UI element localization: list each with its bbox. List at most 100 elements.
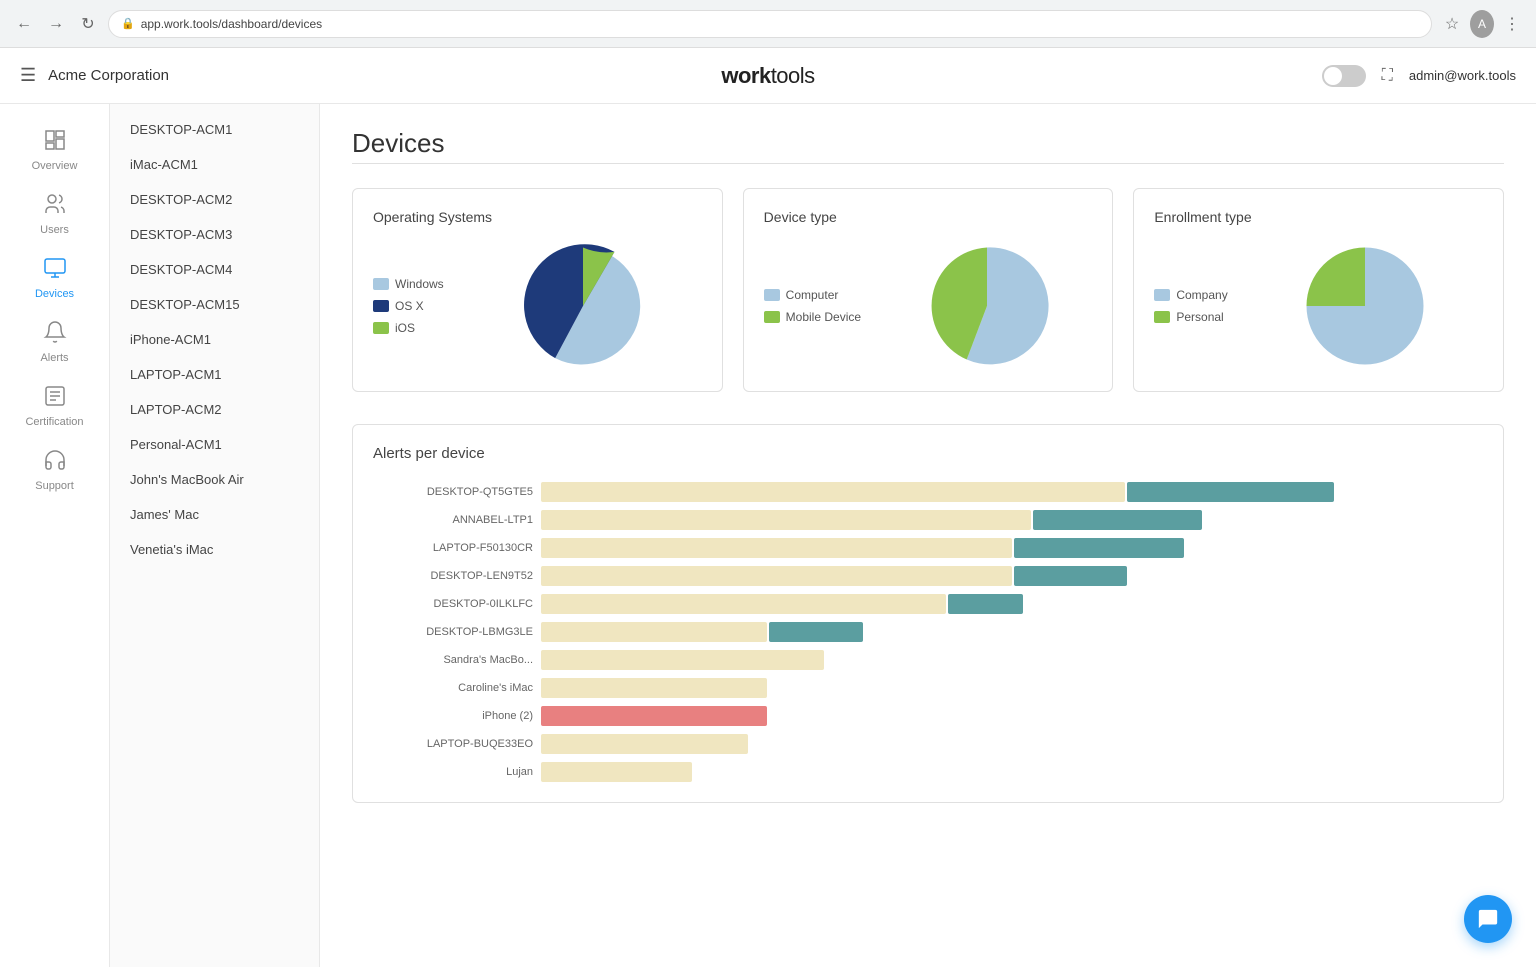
company-name: Acme Corporation xyxy=(48,67,169,84)
yellow-segment xyxy=(541,594,946,614)
device-type-title: Device type xyxy=(764,209,1093,225)
sidebar-item-certification[interactable]: Certification xyxy=(10,376,100,436)
sidebar-item-overview-label: Overview xyxy=(32,160,78,172)
logo-light: tools xyxy=(771,63,815,88)
teal-segment xyxy=(1014,566,1127,586)
bar-row: DESKTOP-QT5GTE5 xyxy=(373,482,1483,502)
bar-track xyxy=(541,650,1483,670)
bar-row: DESKTOP-0ILKLFC xyxy=(373,594,1483,614)
url-bar[interactable]: 🔒 app.work.tools/dashboard/devices xyxy=(108,10,1432,38)
yellow-segment xyxy=(541,538,1012,558)
bar-track xyxy=(541,482,1483,502)
device-list-sidebar: DESKTOP-ACM1 iMac-ACM1 DESKTOP-ACM2 DESK… xyxy=(110,104,320,967)
menu-toggle-button[interactable]: ☰ xyxy=(20,65,36,86)
forward-button[interactable]: → xyxy=(44,12,68,36)
device-list-item[interactable]: Personal-ACM1 xyxy=(110,427,319,462)
os-legend-windows: Windows xyxy=(373,277,444,291)
bar-label: LAPTOP-BUQE33EO xyxy=(373,738,533,750)
teal-segment xyxy=(1014,538,1184,558)
logo-bold: work xyxy=(721,63,770,88)
charts-row: Operating Systems Windows OS X xyxy=(352,188,1504,392)
enrollment-legend: Company Personal xyxy=(1154,288,1227,324)
bar-label: iPhone (2) xyxy=(373,710,533,722)
personal-label: Personal xyxy=(1176,310,1223,324)
os-legend-osx: OS X xyxy=(373,299,444,313)
bookmark-button[interactable]: ☆ xyxy=(1440,12,1464,36)
teal-segment xyxy=(948,594,1023,614)
bar-track xyxy=(541,538,1483,558)
sidebar-item-alerts[interactable]: Alerts xyxy=(10,312,100,372)
sidebar-item-overview[interactable]: Overview xyxy=(10,120,100,180)
profile-button[interactable]: A xyxy=(1470,12,1494,36)
bar-track xyxy=(541,678,1483,698)
device-list-item[interactable]: DESKTOP-ACM4 xyxy=(110,252,319,287)
bar-row: DESKTOP-LEN9T52 xyxy=(373,566,1483,586)
bar-label: ANNABEL-LTP1 xyxy=(373,514,533,526)
device-list-item[interactable]: LAPTOP-ACM1 xyxy=(110,357,319,392)
bar-track xyxy=(541,566,1483,586)
users-icon xyxy=(43,192,67,220)
device-list-item[interactable]: DESKTOP-ACM2 xyxy=(110,182,319,217)
sidebar-item-users[interactable]: Users xyxy=(10,184,100,244)
device-list-item[interactable]: LAPTOP-ACM2 xyxy=(110,392,319,427)
enrollment-pie xyxy=(1248,241,1483,371)
bar-track xyxy=(541,510,1483,530)
back-button[interactable]: ← xyxy=(12,12,36,36)
dt-legend-mobile: Mobile Device xyxy=(764,310,861,324)
support-icon xyxy=(43,448,67,476)
bar-chart-container: DESKTOP-QT5GTE5 ANNABEL-LTP1 xyxy=(373,482,1483,782)
yellow-segment xyxy=(541,762,692,782)
device-list-item[interactable]: James' Mac xyxy=(110,497,319,532)
os-legend: Windows OS X iOS xyxy=(373,277,444,335)
fullscreen-button[interactable]: ⛶ xyxy=(1382,67,1393,85)
red-segment xyxy=(541,706,767,726)
app-container: ☰ Acme Corporation worktools ⛶ admin@wor… xyxy=(0,48,1536,967)
device-list-item[interactable]: DESKTOP-ACM3 xyxy=(110,217,319,252)
header-center: worktools xyxy=(721,63,814,89)
bar-row: DESKTOP-LBMG3LE xyxy=(373,622,1483,642)
sidebar-item-support[interactable]: Support xyxy=(10,440,100,500)
device-list-item[interactable]: iMac-ACM1 xyxy=(110,147,319,182)
bar-row: ANNABEL-LTP1 xyxy=(373,510,1483,530)
yellow-segment xyxy=(541,734,748,754)
device-list-item[interactable]: DESKTOP-ACM15 xyxy=(110,287,319,322)
sidebar-item-devices[interactable]: Devices xyxy=(10,248,100,308)
enrollment-title: Enrollment type xyxy=(1154,209,1483,225)
yellow-segment xyxy=(541,566,1012,586)
bar-row: Caroline's iMac xyxy=(373,678,1483,698)
osx-color-dot xyxy=(373,300,389,312)
bar-label: Lujan xyxy=(373,766,533,778)
header-right: ⛶ admin@work.tools xyxy=(1322,65,1516,87)
bar-track xyxy=(541,762,1483,782)
bar-label: DESKTOP-LBMG3LE xyxy=(373,626,533,638)
app-header: ☰ Acme Corporation worktools ⛶ admin@wor… xyxy=(0,48,1536,104)
fullscreen-icon: ⛶ xyxy=(1382,67,1393,84)
bar-label: LAPTOP-F50130CR xyxy=(373,542,533,554)
device-list-item[interactable]: Venetia's iMac xyxy=(110,532,319,567)
teal-segment xyxy=(1033,510,1203,530)
bar-track xyxy=(541,734,1483,754)
page-content: Devices Operating Systems Windows xyxy=(320,104,1536,967)
device-list-item[interactable]: iPhone-ACM1 xyxy=(110,322,319,357)
device-type-body: Computer Mobile Device xyxy=(764,241,1093,371)
computer-color-dot xyxy=(764,289,780,301)
bar-label: Sandra's MacBo... xyxy=(373,654,533,666)
page-title: Devices xyxy=(352,128,1504,159)
theme-toggle[interactable] xyxy=(1322,65,1366,87)
hamburger-icon: ☰ xyxy=(20,65,36,86)
bar-track xyxy=(541,594,1483,614)
yellow-segment xyxy=(541,678,767,698)
chat-bubble-button[interactable] xyxy=(1464,895,1512,943)
sidebar: Overview Users xyxy=(0,104,110,967)
device-list-item[interactable]: John's MacBook Air xyxy=(110,462,319,497)
main-content: Overview Users xyxy=(0,104,1536,967)
bar-track xyxy=(541,706,1483,726)
teal-segment xyxy=(1127,482,1334,502)
teal-segment xyxy=(769,622,863,642)
device-list-item[interactable]: DESKTOP-ACM1 xyxy=(110,112,319,147)
reload-button[interactable]: ↻ xyxy=(76,12,100,36)
browser-actions: ☆ A ⋮ xyxy=(1440,12,1524,36)
user-avatar: A xyxy=(1470,10,1494,38)
menu-button[interactable]: ⋮ xyxy=(1500,12,1524,36)
bar-row: LAPTOP-F50130CR xyxy=(373,538,1483,558)
